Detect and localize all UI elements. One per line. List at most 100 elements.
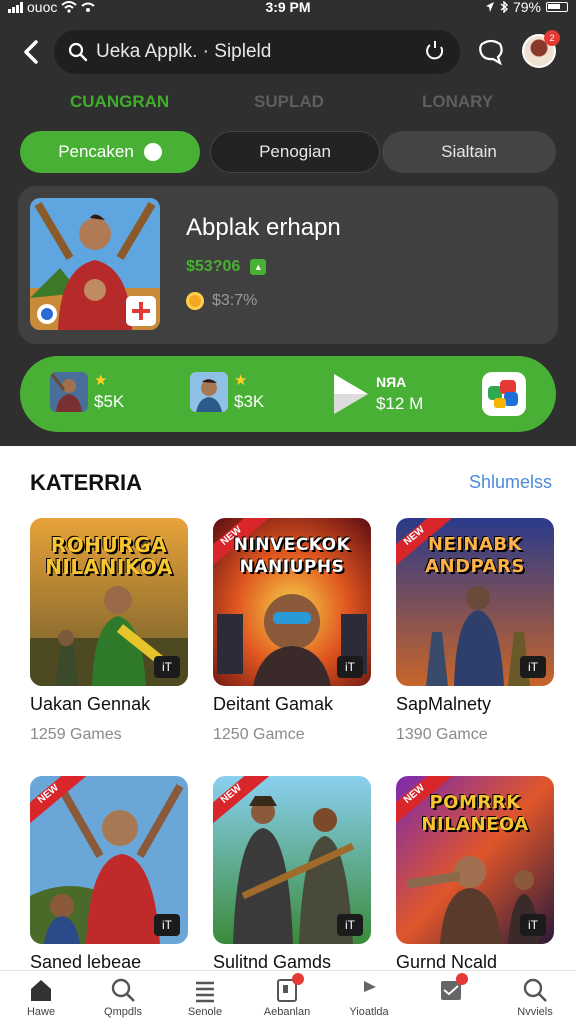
nav-item-search[interactable]: Qmpdls <box>82 977 164 1018</box>
card-corner-badge: iT <box>520 914 546 936</box>
app-logo-icon[interactable] <box>482 372 526 416</box>
coin-icon <box>186 292 204 310</box>
nav-badge <box>292 973 304 985</box>
card-game-logo: NINVECKOK NANIUPHS <box>233 535 351 577</box>
nav-label: Qmpdls <box>104 1006 142 1018</box>
featured-thumbnail <box>30 198 160 330</box>
flag-icon <box>364 981 376 1001</box>
category-card[interactable]: NEW NINVECKOK NANIUPHS iT Deitant Gamak … <box>213 518 371 748</box>
nav-item-explore[interactable]: Nvviels <box>494 977 576 1018</box>
card-corner-badge: iT <box>154 914 180 936</box>
nav-label: Hawe <box>26 1006 56 1018</box>
card-artwork: NEW POMRRK NILANEOA iT <box>396 776 554 944</box>
category-tabs: CUANGRAN SUPLAD LONARY <box>0 92 576 116</box>
category-card[interactable]: NEW iT Saned lebeae <box>30 776 188 972</box>
bluetooth-icon <box>500 1 508 13</box>
battery-icon <box>546 2 568 12</box>
featured-title: Abplak erhapn <box>186 214 341 241</box>
card-artwork: NEW NEINABK ANDPARS iT <box>396 518 554 686</box>
promo-item-2[interactable]: ★ $3K <box>190 372 264 412</box>
home-icon <box>31 980 51 1001</box>
tab-suplad[interactable]: SUPLAD <box>254 92 324 112</box>
card-name: Uakan Gennak <box>30 694 151 714</box>
category-card[interactable]: ROHURGA NILANIKOA iT Uakan Gennak 1259 G… <box>30 518 188 748</box>
game-thumbnail <box>50 372 88 412</box>
section-title: KATERRIA <box>30 470 143 495</box>
card-count: 1259 Games <box>30 726 122 743</box>
document-icon <box>274 973 304 1003</box>
card-corner-badge: iT <box>154 656 180 678</box>
nav-label: Senole <box>187 1006 223 1018</box>
list-icon <box>196 981 214 1003</box>
bottom-nav: Hawe Qmpdls Senole Aebanlan Yioatlda Nvv… <box>0 970 576 1024</box>
card-game-logo: ROHURGA NILANIKOA <box>45 533 173 579</box>
search-icon <box>111 978 135 1002</box>
promo-value: $5K <box>94 391 125 411</box>
nav-item-home[interactable]: Hawe <box>0 977 82 1018</box>
star-icon: ★ <box>94 371 108 389</box>
card-count: 1250 Gamce <box>213 726 305 743</box>
chip-pencaken[interactable]: Pencaken <box>20 131 200 173</box>
nav-item-list[interactable]: Senole <box>164 977 246 1018</box>
chip-penogian[interactable]: Penogian <box>210 131 380 173</box>
tab-cuangran[interactable]: CUANGRAN <box>70 92 169 112</box>
status-bar: ouoc 3:9 PM 79% <box>0 0 576 16</box>
nav-label: Nvviels <box>517 1006 553 1018</box>
promo-value: $12 M <box>376 394 424 413</box>
nav-badge <box>456 973 468 985</box>
nav-item-flag[interactable]: Yioatlda <box>328 977 410 1018</box>
card-name: Deitant Gamak <box>213 694 334 714</box>
location-icon <box>485 2 494 12</box>
chip-label: Pencaken <box>58 142 134 161</box>
refresh-icon[interactable] <box>424 40 446 62</box>
promo-bar[interactable]: ★ $5K ★ $3K NЯA $12 M <box>20 356 556 432</box>
chip-label: Penogian <box>259 142 331 161</box>
search-bar[interactable]: Ueka Applk. · Sipleld <box>54 30 460 74</box>
card-artwork: NEW iT <box>213 776 371 944</box>
card-artwork: NEW iT <box>30 776 188 944</box>
nav-item-inbox[interactable] <box>410 973 492 1006</box>
featured-price: $53?06 <box>186 258 241 275</box>
featured-alt-price-row: $3:7% <box>186 292 257 310</box>
search-icon <box>523 978 547 1002</box>
top-panel: ouoc 3:9 PM 79% Ueka Applk. · Sipleld 2 … <box>0 0 576 446</box>
promo-label: NЯA <box>376 374 407 390</box>
play-store-icon <box>334 374 368 414</box>
card-corner-badge: iT <box>520 656 546 678</box>
promo-item-1[interactable]: ★ $5K <box>50 372 124 412</box>
featured-alt-price: $3:7% <box>212 292 258 309</box>
category-card[interactable]: NEW NEINABK ANDPARS iT SapMalnety 1390 G… <box>396 518 554 748</box>
game-thumbnail <box>190 372 228 412</box>
tag-icon: ▲ <box>250 259 267 275</box>
card-game-logo: POMRRK NILANEOA <box>421 792 529 835</box>
promo-value: $3K <box>234 391 265 411</box>
avatar[interactable]: 2 <box>522 30 560 68</box>
card-game-logo: NEINABK ANDPARS <box>425 534 525 577</box>
card-name: SapMalnety <box>396 694 492 714</box>
chip-sialtain[interactable]: Sialtain <box>382 131 556 173</box>
category-card[interactable]: NEW POMRRK NILANEOA iT Gurnd Ncald <box>396 776 554 972</box>
nav-label: Yioatlda <box>349 1006 389 1018</box>
nav-item-document[interactable]: Aebanlan <box>246 973 328 1018</box>
featured-price-row: $53?06 ▲ <box>186 258 267 276</box>
tab-lonary[interactable]: LONARY <box>422 92 493 112</box>
chip-label: Sialtain <box>441 142 497 161</box>
chat-icon[interactable] <box>476 36 506 66</box>
battery-percent: 79% <box>512 0 541 15</box>
search-input[interactable]: Ueka Applk. · Sipleld <box>96 41 271 63</box>
toggle-knob <box>143 143 162 161</box>
featured-card[interactable]: Abplak erhapn $53?06 ▲ $3:7% <box>18 186 558 344</box>
show-more-link[interactable]: Shlumelss <box>469 472 552 493</box>
card-corner-badge: iT <box>337 656 363 678</box>
card-artwork: ROHURGA NILANIKOA iT <box>30 518 188 686</box>
promo-item-3[interactable]: NЯA $12 M <box>332 372 423 416</box>
filter-chips: Pencaken Penogian Sialtain <box>20 131 556 175</box>
card-count: 1390 Gamce <box>396 726 488 743</box>
back-arrow-icon[interactable] <box>18 38 46 66</box>
inbox-icon <box>438 973 468 1003</box>
category-card[interactable]: NEW iT Sulitnd Gamds <box>213 776 371 972</box>
nav-label: Aebanlan <box>263 1006 311 1018</box>
star-icon: ★ <box>234 371 248 389</box>
search-icon <box>68 42 88 62</box>
card-artwork: NEW NINVECKOK NANIUPHS iT <box>213 518 371 686</box>
